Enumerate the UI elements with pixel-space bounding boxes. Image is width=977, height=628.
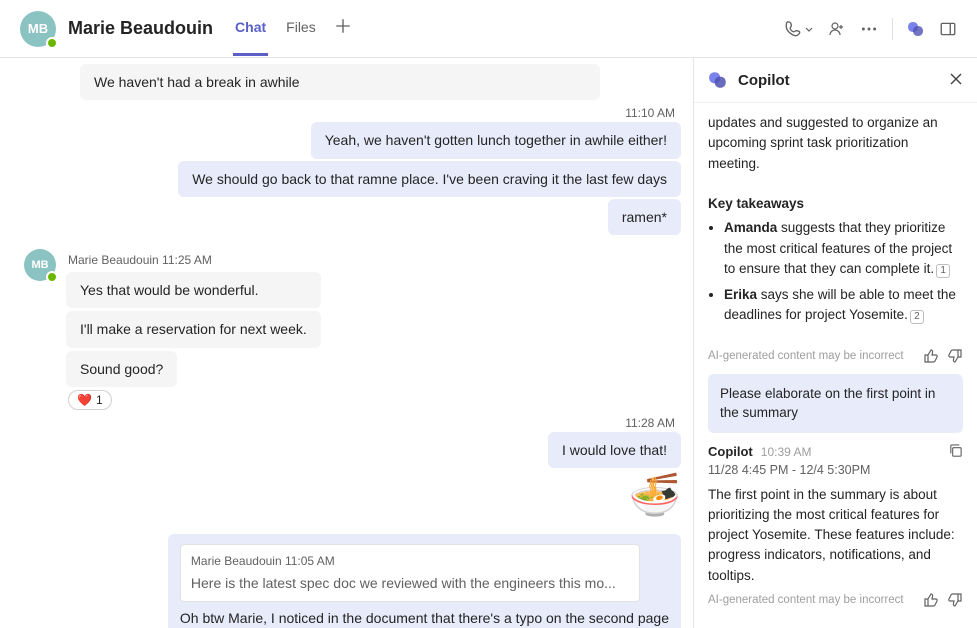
copilot-header: Copilot — [694, 58, 977, 103]
message-group: I would love that! 🍜 — [24, 432, 681, 516]
presence-indicator — [46, 37, 58, 49]
copilot-title: Copilot — [738, 72, 939, 89]
phone-icon — [784, 20, 802, 38]
more-icon — [860, 20, 878, 38]
avatar-initials: MB — [31, 259, 48, 271]
copy-button[interactable] — [948, 443, 963, 461]
message-bubble[interactable]: Yeah, we haven't gotten lunch together i… — [311, 122, 681, 158]
message-bubble[interactable]: Sound good? — [66, 351, 177, 387]
close-icon — [949, 72, 963, 86]
date-range: 11/28 4:45 PM - 12/4 5:30PM — [708, 463, 963, 477]
thumbs-up-icon[interactable] — [923, 592, 939, 608]
takeaways-heading: Key takeaways — [708, 196, 804, 211]
sender-label: Marie Beaudouin 11:25 AM — [66, 249, 321, 269]
response-time: 10:39 AM — [761, 445, 812, 459]
avatar[interactable]: MB — [24, 249, 56, 281]
response-body: The first point in the summary is about … — [708, 485, 963, 586]
response-agent: Copilot — [708, 444, 753, 459]
more-button[interactable] — [860, 20, 878, 38]
people-add-icon — [828, 20, 846, 38]
takeaway-name: Erika — [724, 287, 757, 302]
message-bubble[interactable]: Yes that would be wonderful. — [66, 272, 321, 308]
reference-badge[interactable]: 2 — [910, 310, 924, 324]
contact-name: Marie Beaudouin — [68, 18, 213, 39]
divider — [892, 18, 893, 40]
reaction-pill[interactable]: ❤️ 1 — [68, 390, 112, 410]
chevron-down-icon — [804, 24, 814, 34]
quote-sender: Marie Beaudouin 11:05 AM — [191, 553, 629, 570]
copilot-response: Copilot 10:39 AM 11/28 4:45 PM - 12/4 5:… — [708, 443, 963, 608]
add-tab-button[interactable] — [330, 13, 356, 44]
header-actions — [784, 18, 957, 40]
disclaimer-text: AI-generated content may be incorrect — [708, 350, 915, 362]
copilot-panel: Copilot updates and suggested to organiz… — [693, 58, 977, 628]
copilot-message: updates and suggested to organize an upc… — [708, 113, 963, 332]
tab-chat[interactable]: Chat — [233, 1, 268, 56]
copilot-icon — [907, 20, 925, 38]
copilot-body[interactable]: updates and suggested to organize an upc… — [694, 103, 977, 628]
presence-indicator — [46, 271, 58, 283]
heart-icon: ❤️ — [77, 393, 92, 407]
plus-icon — [334, 17, 352, 35]
quote-text: Here is the latest spec doc we reviewed … — [191, 573, 629, 593]
message-bubble[interactable]: I would love that! — [548, 432, 681, 468]
copilot-intro: updates and suggested to organize an upc… — [708, 115, 938, 171]
copilot-toggle[interactable] — [907, 20, 925, 38]
message-group: MB Marie Beaudouin 11:25 AM Yes that wou… — [24, 249, 681, 410]
response-header: Copilot 10:39 AM — [708, 443, 963, 461]
message-group: Marie Beaudouin 11:05 AM Here is the lat… — [24, 534, 681, 628]
ai-disclaimer: AI-generated content may be incorrect — [708, 592, 963, 608]
timestamp: 11:28 AM — [24, 410, 681, 432]
takeaway-item: Erika says she will be able to meet the … — [724, 285, 963, 326]
takeaway-item: Amanda suggests that they prioritize the… — [724, 218, 963, 279]
message-text: Oh btw Marie, I noticed in the document … — [180, 608, 669, 628]
chat-messages[interactable]: We haven't had a break in awhile 11:10 A… — [0, 58, 693, 628]
thumbs-down-icon[interactable] — [947, 592, 963, 608]
copy-icon — [948, 443, 963, 458]
call-button[interactable] — [784, 20, 814, 38]
copilot-icon — [708, 70, 728, 90]
panel-button[interactable] — [939, 20, 957, 38]
thumbs-up-icon[interactable] — [923, 348, 939, 364]
ramen-emoji: 🍜 — [629, 474, 681, 516]
tab-files[interactable]: Files — [284, 1, 318, 56]
avatar[interactable]: MB — [20, 11, 56, 47]
takeaway-name: Amanda — [724, 220, 777, 235]
message-group: Yeah, we haven't gotten lunch together i… — [24, 122, 681, 235]
panel-icon — [939, 20, 957, 38]
chat-header: MB Marie Beaudouin Chat Files — [0, 0, 977, 58]
people-add-button[interactable] — [828, 20, 846, 38]
avatar-initials: MB — [28, 21, 48, 36]
message-bubble[interactable]: We haven't had a break in awhile — [80, 64, 600, 100]
reaction-count: 1 — [96, 393, 103, 407]
timestamp: 11:10 AM — [24, 100, 681, 122]
header-tabs: Chat Files — [233, 1, 318, 56]
message-bubble[interactable]: ramen* — [608, 199, 681, 235]
reference-badge[interactable]: 1 — [936, 264, 950, 278]
disclaimer-text: AI-generated content may be incorrect — [708, 594, 915, 606]
close-button[interactable] — [949, 72, 963, 89]
message-bubble[interactable]: Marie Beaudouin 11:05 AM Here is the lat… — [168, 534, 681, 628]
quoted-message[interactable]: Marie Beaudouin 11:05 AM Here is the lat… — [180, 544, 640, 602]
user-prompt[interactable]: Please elaborate on the first point in t… — [708, 374, 963, 433]
message-bubble[interactable]: I'll make a reservation for next week. — [66, 311, 321, 347]
thumbs-down-icon[interactable] — [947, 348, 963, 364]
message-bubble[interactable]: We should go back to that ramne place. I… — [178, 161, 681, 197]
ai-disclaimer: AI-generated content may be incorrect — [708, 348, 963, 364]
